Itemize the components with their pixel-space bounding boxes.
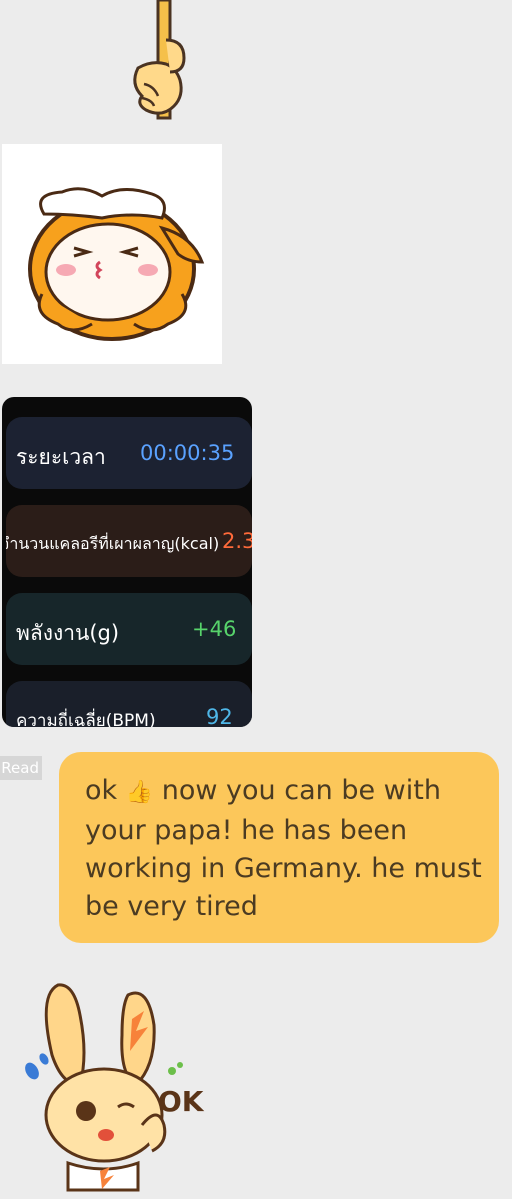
energy-label: พลังงาน(g): [16, 621, 120, 645]
heart-rate-card: ความถี่เฉลี่ย(BPM) 92: [6, 681, 252, 727]
bunny-ok-sticker[interactable]: OK: [18, 975, 228, 1195]
energy-value: +46: [192, 617, 237, 641]
heart-rate-value: 92: [206, 705, 233, 727]
thumbs-up-emoji: 👍: [125, 780, 154, 805]
message-text: ok 👍 now you can be with your papa! he h…: [85, 772, 485, 926]
calories-card: จำนวนแคลอรีที่เผาผลาญ(kcal) 2.3: [6, 505, 252, 577]
sleepy-character-sticker[interactable]: [2, 144, 222, 364]
duration-value: 00:00:35: [140, 441, 235, 465]
message-text-start: ok: [85, 775, 126, 806]
shared-fitness-screenshot[interactable]: ระยะเวลา 00:00:35 จำนวนแคลอรีที่เผาผลาญ(…: [2, 397, 252, 727]
calories-label: จำนวนแคลอรีที่เผาผลาญ(kcal): [6, 534, 220, 553]
read-status-badge: Read: [0, 756, 42, 780]
energy-card: พลังงาน(g) +46: [6, 593, 252, 665]
heart-rate-label: ความถี่เฉลี่ย(BPM): [16, 711, 156, 727]
calories-value: 2.3: [222, 529, 252, 553]
message-bubble[interactable]: ok 👍 now you can be with your papa! he h…: [59, 752, 499, 943]
duration-card: ระยะเวลา 00:00:35: [6, 417, 252, 489]
ok-sticker-text: OK: [158, 1085, 205, 1118]
hand-sticker[interactable]: [128, 0, 198, 122]
duration-label: ระยะเวลา: [16, 445, 106, 469]
